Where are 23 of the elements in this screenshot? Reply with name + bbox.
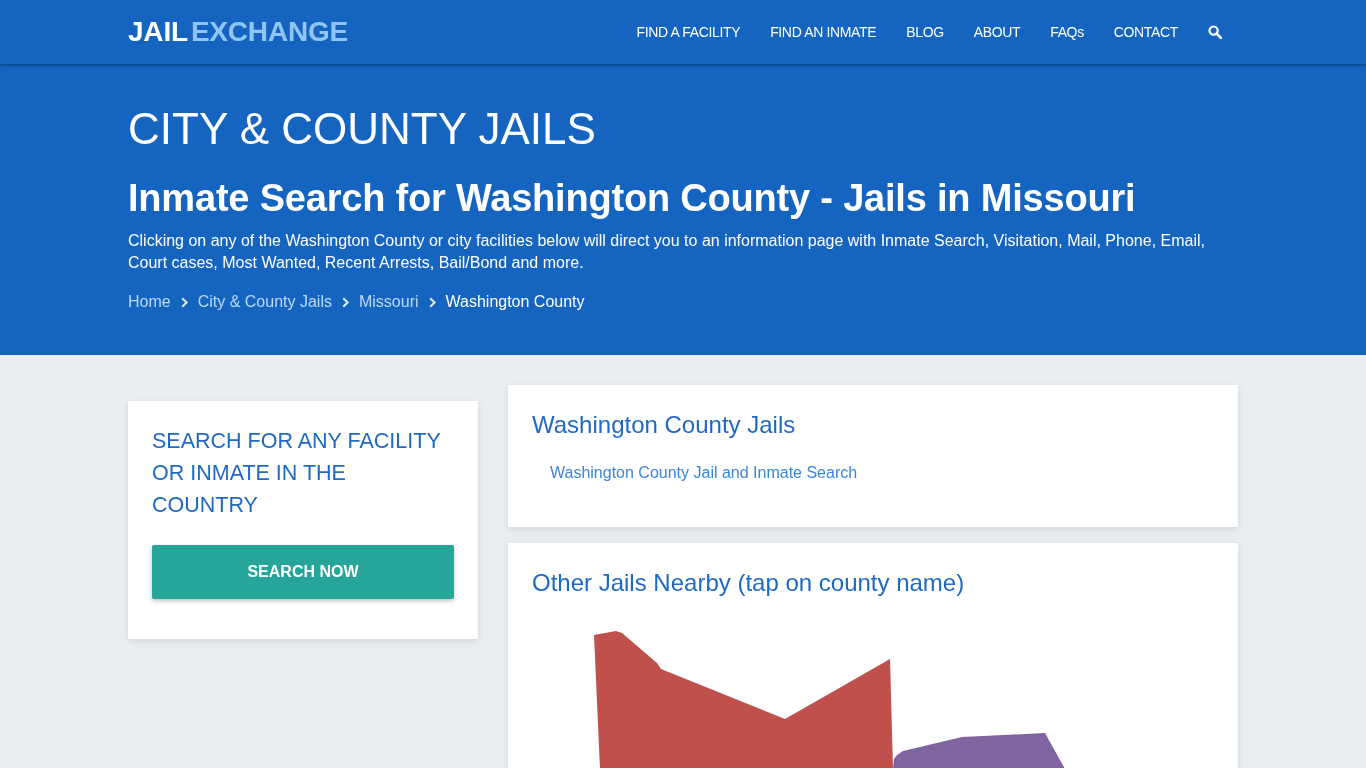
jail-link[interactable]: Washington County Jail and Inmate Search <box>550 464 858 481</box>
card-heading: Other Jails Nearby (tap on county name) <box>532 568 966 598</box>
chevron-icon <box>341 296 349 308</box>
page-description: Clicking on any of the Washington County or city facilities below will direct you to an information page with Inmate Search, Visitation, Mail, Phone, Email, Court cases, Most Wanted, Recent Arrests, Bail/Bond and more. <box>128 231 1206 273</box>
breadcrumb-link[interactable]: City & County Jails <box>197 291 332 313</box>
nav-link[interactable]: FIND A FACILITY <box>621 0 756 64</box>
nav-link[interactable]: CONTACT <box>1098 0 1193 64</box>
search-icon <box>1208 25 1222 39</box>
breadcrumb-link[interactable]: Washington County <box>445 291 585 313</box>
search-now-button[interactable]: SEARCH NOW <box>152 545 454 599</box>
breadcrumb-link[interactable]: Missouri <box>358 291 419 313</box>
chevron-icon <box>180 296 188 308</box>
nav-link[interactable]: FIND AN INMATE <box>755 0 892 64</box>
page-title: Inmate Search for Washington County - Jails in Missouri <box>128 176 1137 221</box>
page-category: CITY & COUNTY JAILS <box>128 103 597 155</box>
card-heading: SEARCH FOR ANY FACILITY OR INMATE IN THE COUNTRY <box>152 428 442 519</box>
breadcrumb-link[interactable]: Home <box>128 291 171 313</box>
chevron-icon <box>428 296 436 308</box>
nav-link[interactable]: FAQs <box>1035 0 1099 64</box>
site-logo[interactable]: JAILEXCHANGE <box>128 15 348 49</box>
nav-link[interactable]: BLOG <box>891 0 959 64</box>
card-heading: Washington County Jails <box>532 410 797 440</box>
nav-link[interactable]: ABOUT <box>958 0 1036 64</box>
